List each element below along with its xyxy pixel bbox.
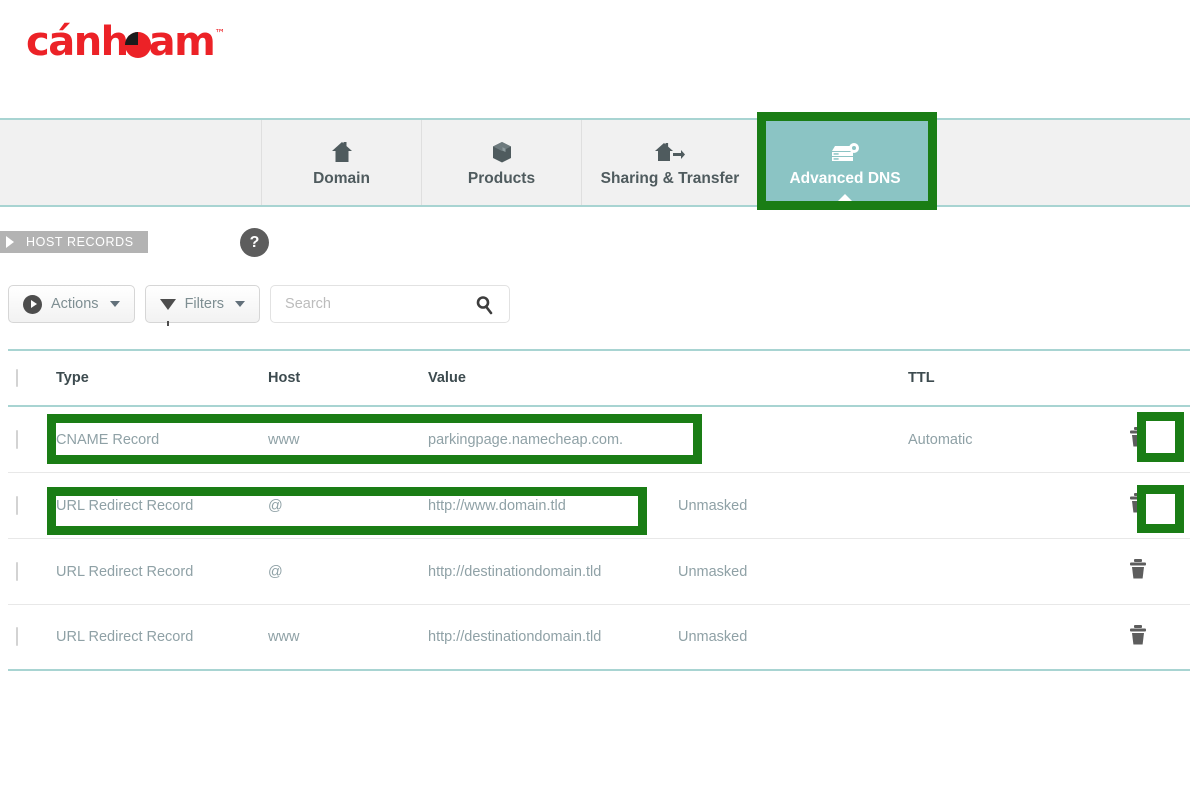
home-arrow-icon	[655, 138, 685, 164]
row-checkbox[interactable]	[16, 495, 18, 515]
table-row[interactable]: URL Redirect Record @ http://destination…	[8, 539, 1190, 605]
cell-delete[interactable]	[1113, 491, 1190, 520]
tab-advanced-dns[interactable]: Advanced DNS	[759, 120, 931, 205]
trash-icon[interactable]	[1127, 425, 1149, 454]
tabbar-right-spacer	[931, 120, 1190, 205]
table-header-row: Type Host Value TTL	[8, 351, 1190, 407]
actions-button[interactable]: Actions	[8, 285, 135, 323]
home-icon	[331, 138, 353, 164]
ribbon-arrow-icon	[6, 236, 14, 248]
tab-sharing-transfer-label: Sharing & Transfer	[600, 169, 740, 187]
active-tab-pointer	[834, 194, 856, 205]
trademark-symbol: ™	[214, 27, 226, 40]
cell-host[interactable]: www	[268, 629, 428, 645]
cell-mask: Unmasked	[678, 629, 748, 645]
box-icon	[491, 138, 513, 164]
cell-value[interactable]: parkingpage.namecheap.com.	[428, 432, 678, 448]
cell-value[interactable]: http://destinationdomain.tld	[428, 564, 678, 580]
server-icon	[830, 138, 860, 164]
main-tabbar: Domain Products Sharing & Transfer Advan…	[0, 118, 1190, 207]
cell-delete[interactable]	[1113, 425, 1190, 454]
brand-logo-text-end: am	[148, 19, 216, 65]
tab-domain-label: Domain	[313, 169, 370, 187]
row-select-cell[interactable]	[8, 429, 56, 449]
cell-type[interactable]: URL Redirect Record	[56, 498, 268, 514]
page-header: cánh am™	[0, 0, 1200, 110]
play-icon	[23, 294, 42, 314]
row-select-cell[interactable]	[8, 495, 56, 515]
cell-value[interactable]: http://www.domain.tld	[428, 498, 678, 514]
column-header-host[interactable]: Host	[268, 370, 428, 386]
cell-type[interactable]: CNAME Record	[56, 432, 268, 448]
cell-type[interactable]: URL Redirect Record	[56, 629, 268, 645]
cell-mask: Unmasked	[678, 497, 748, 514]
tab-products-label: Products	[467, 169, 536, 187]
chevron-down-icon	[235, 301, 246, 307]
trash-icon[interactable]	[1127, 623, 1149, 652]
column-header-type[interactable]: Type	[56, 370, 268, 386]
cell-ttl[interactable]: Automatic	[908, 432, 1113, 448]
tab-domain[interactable]: Domain	[262, 120, 422, 205]
cell-host[interactable]: www	[268, 432, 428, 448]
tab-sharing-transfer[interactable]: Sharing & Transfer	[582, 120, 759, 205]
search-icon[interactable]	[475, 295, 495, 320]
select-all-cell[interactable]	[8, 369, 56, 387]
tab-advanced-dns-label: Advanced DNS	[789, 169, 901, 187]
cell-type[interactable]: URL Redirect Record	[56, 564, 268, 580]
help-button[interactable]: ?	[240, 228, 269, 257]
column-header-ttl[interactable]: TTL	[908, 370, 1113, 386]
filters-button[interactable]: Filters	[144, 285, 261, 326]
column-header-value[interactable]: Value	[428, 370, 678, 386]
trash-icon[interactable]	[1127, 557, 1149, 586]
row-select-cell[interactable]	[8, 627, 56, 646]
tabbar-left-spacer	[0, 120, 262, 205]
brand-logo-text-start: cánh	[26, 19, 129, 65]
row-checkbox[interactable]	[16, 561, 18, 581]
brand-logo[interactable]: cánh am™	[26, 22, 225, 62]
host-records-ribbon: HOST RECORDS	[0, 231, 148, 253]
filters-button-label: Filters	[184, 296, 225, 312]
chevron-down-icon	[109, 301, 120, 307]
row-select-cell[interactable]	[8, 561, 56, 581]
host-records-table: Type Host Value TTL CNAME Record www par…	[8, 349, 1190, 671]
cell-host[interactable]: @	[268, 498, 428, 514]
actions-button-label: Actions	[51, 296, 99, 312]
table-row[interactable]: URL Redirect Record @ http://www.domain.…	[8, 473, 1190, 539]
records-toolbar: Actions Filters	[8, 285, 511, 326]
cell-delete[interactable]	[1113, 557, 1190, 586]
row-checkbox[interactable]	[16, 627, 18, 646]
cell-value[interactable]: http://destinationdomain.tld	[428, 629, 678, 645]
select-all-checkbox[interactable]	[16, 369, 18, 387]
funnel-icon	[159, 298, 176, 326]
cell-delete[interactable]	[1113, 623, 1190, 652]
search-input[interactable]	[283, 295, 468, 313]
tab-products[interactable]: Products	[422, 120, 582, 205]
search-box[interactable]	[270, 285, 511, 323]
row-checkbox[interactable]	[16, 429, 18, 449]
cell-mask: Unmasked	[678, 563, 748, 580]
cell-host[interactable]: @	[268, 564, 428, 580]
table-row[interactable]: URL Redirect Record www http://destinati…	[8, 605, 1190, 671]
pie-chart-icon	[124, 32, 151, 58]
trash-icon[interactable]	[1127, 491, 1149, 520]
table-row[interactable]: CNAME Record www parkingpage.namecheap.c…	[8, 407, 1190, 473]
ribbon-label: HOST RECORDS	[26, 235, 134, 249]
